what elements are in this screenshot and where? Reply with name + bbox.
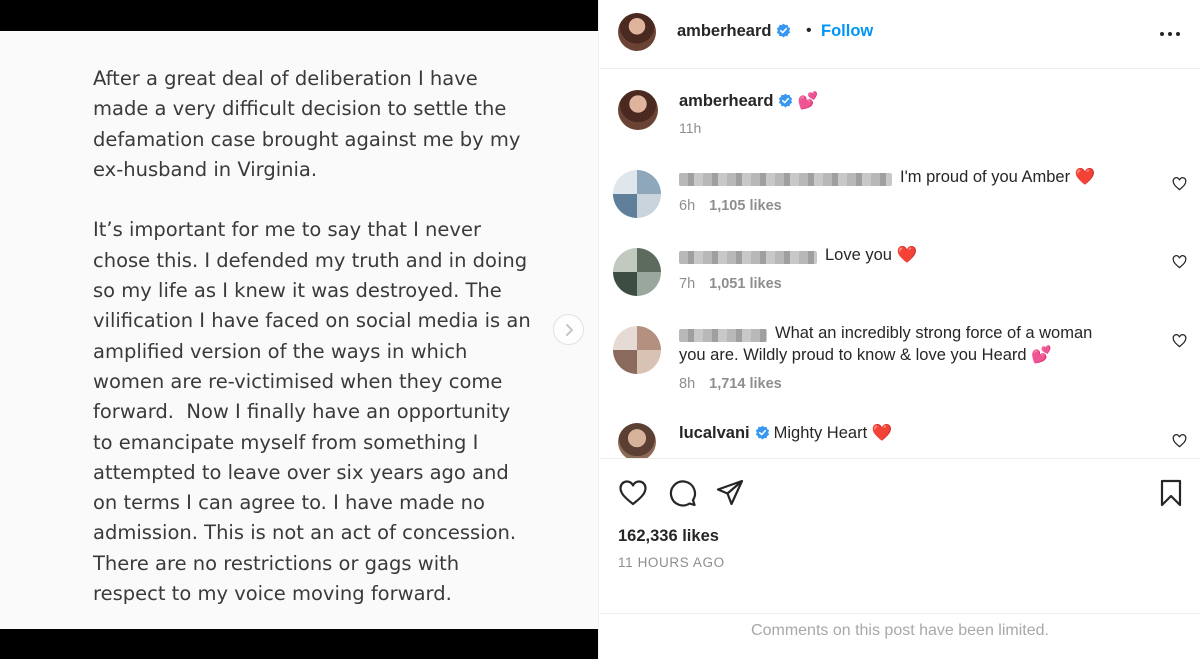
comment-icon[interactable]	[667, 478, 697, 508]
verified-badge-icon	[755, 425, 769, 440]
caption-time[interactable]: 11h	[679, 120, 701, 136]
post-image: After a great deal of deliberation I hav…	[0, 0, 598, 659]
pink-hearts-emoji: 💕	[1031, 346, 1052, 364]
comment-meta: 6h 1,105 likes	[679, 198, 782, 214]
username-text[interactable]: amberheard	[677, 22, 771, 40]
likes-count[interactable]: 162,336 likes	[618, 527, 719, 546]
comment-text-line1: What an incredibly strong force of a wom…	[775, 324, 1093, 342]
caption-avatar[interactable]	[618, 90, 658, 130]
comment-text: I'm proud of you Amber ❤️	[900, 166, 1095, 188]
post-header: amberheard • Follow	[599, 0, 1200, 69]
blurred-username[interactable]	[679, 329, 767, 342]
comments-limited-notice: Comments on this post have been limited.	[599, 613, 1200, 659]
comment-body: you are. Wildly proud to know & love you…	[679, 346, 1027, 364]
separator-dot: •	[806, 22, 812, 39]
comments-list[interactable]: amberheard 💕 11h I'm proud of you Amber ❤…	[599, 70, 1200, 458]
share-icon[interactable]	[715, 478, 745, 508]
avatar[interactable]	[618, 423, 656, 458]
blurred-username[interactable]	[679, 173, 892, 186]
comment-text-line2: you are. Wildly proud to know & love you…	[679, 344, 1052, 366]
comment-text: Love you ❤️	[825, 244, 917, 266]
post-sidebar: amberheard • Follow amberheard 💕 11h I'm …	[598, 0, 1200, 659]
post-timestamp[interactable]: 11 HOURS AGO	[618, 555, 725, 570]
like-comment-heart-icon[interactable]	[1172, 434, 1187, 448]
comment-text: lucalvani Mighty Heart ❤️	[679, 422, 892, 444]
comment-body: Mighty Heart	[773, 424, 868, 442]
caption-emoji: 💕	[797, 92, 819, 110]
caption-username-text[interactable]: amberheard	[679, 92, 773, 110]
next-slide-button[interactable]	[553, 314, 584, 345]
comment-likes[interactable]: 1,051 likes	[709, 276, 782, 292]
avatar[interactable]	[613, 170, 661, 218]
comment-username[interactable]: lucalvani	[679, 424, 750, 442]
heart-icon[interactable]	[618, 478, 648, 508]
comment-time[interactable]: 6h	[679, 198, 695, 214]
verified-badge-icon	[777, 23, 791, 38]
statement-text: After a great deal of deliberation I hav…	[93, 67, 531, 606]
caption-username[interactable]: amberheard 💕	[679, 92, 818, 111]
comment-meta: 8h 1,714 likes	[679, 376, 782, 392]
comment-likes[interactable]: 1,105 likes	[709, 198, 782, 214]
more-options-icon[interactable]	[1158, 24, 1182, 44]
avatar[interactable]	[613, 248, 661, 296]
like-comment-heart-icon[interactable]	[1172, 334, 1187, 348]
comment-time[interactable]: 7h	[679, 276, 695, 292]
comment-meta: 7h 1,051 likes	[679, 276, 782, 292]
heart-emoji: ❤️	[896, 246, 918, 264]
like-comment-heart-icon[interactable]	[1172, 177, 1187, 191]
verified-badge-icon	[779, 93, 793, 108]
chevron-right-icon	[565, 323, 573, 336]
header-username[interactable]: amberheard	[677, 22, 791, 41]
post-statement-card: After a great deal of deliberation I hav…	[0, 31, 598, 629]
avatar[interactable]	[613, 326, 661, 374]
bookmark-icon[interactable]	[1156, 478, 1186, 508]
follow-button[interactable]: Follow	[821, 22, 873, 41]
like-comment-heart-icon[interactable]	[1172, 255, 1187, 269]
comment-body: Love you	[825, 246, 892, 264]
heart-emoji: ❤️	[871, 424, 893, 442]
action-bar: 162,336 likes 11 HOURS AGO	[599, 458, 1200, 613]
comment-likes[interactable]: 1,714 likes	[709, 376, 782, 392]
comment-body: I'm proud of you Amber	[900, 168, 1071, 186]
heart-emoji: ❤️	[1074, 168, 1096, 186]
avatar[interactable]	[618, 13, 656, 51]
blurred-username[interactable]	[679, 251, 817, 264]
comment-time[interactable]: 8h	[679, 376, 695, 392]
